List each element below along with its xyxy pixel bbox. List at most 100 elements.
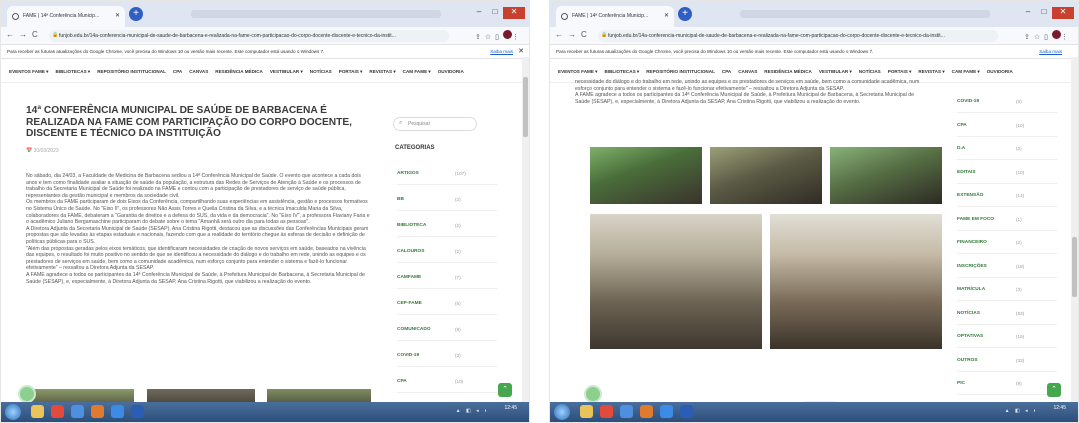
category-link[interactable]: MATRÍCULA [957, 287, 985, 292]
nav-item[interactable]: OUVIDORIA [987, 69, 1013, 74]
star-icon[interactable]: ☆ [485, 34, 495, 41]
media-icon[interactable] [600, 405, 613, 418]
start-button[interactable] [554, 404, 570, 420]
nav-item[interactable]: BIBLIOTECAS ▾ [605, 69, 640, 74]
chrome-icon[interactable] [71, 405, 84, 418]
minimize-icon[interactable]: – [1020, 7, 1036, 19]
category-link[interactable]: CPA [957, 123, 967, 128]
nav-item[interactable]: REVISTAS ▾ [369, 69, 395, 74]
event-photo[interactable] [830, 147, 942, 204]
nav-item[interactable]: RESIDÊNCIA MÉDICA [764, 69, 812, 74]
category-link[interactable]: CEP-FAME [397, 301, 422, 306]
media-icon[interactable] [51, 405, 64, 418]
start-button[interactable] [5, 404, 21, 420]
new-tab-button[interactable]: + [678, 7, 692, 21]
ie-icon[interactable] [111, 405, 124, 418]
star-icon[interactable]: ☆ [1034, 34, 1044, 41]
category-link[interactable]: PIC [957, 381, 965, 386]
category-link[interactable]: FAME EM FOCO [957, 217, 994, 222]
scrollbar-thumb[interactable] [1072, 237, 1077, 297]
forward-icon[interactable]: → [19, 30, 27, 39]
sidepanel-icon[interactable]: ▯ [495, 34, 503, 41]
nav-item[interactable]: VESTIBULAR ▾ [819, 69, 852, 74]
nav-item[interactable]: BIBLIOTECAS ▾ [56, 69, 91, 74]
menu-icon[interactable]: ⋮ [1061, 34, 1072, 41]
category-link[interactable]: BB [397, 197, 404, 202]
firefox-icon[interactable] [640, 405, 653, 418]
close-window-icon[interactable]: ✕ [1052, 7, 1074, 19]
nav-item[interactable]: NOTÍCIAS [310, 69, 332, 74]
event-photo[interactable] [710, 147, 822, 204]
chat-widget-icon[interactable] [584, 385, 602, 403]
nav-item[interactable]: PORTAIS ▾ [888, 69, 912, 74]
category-link[interactable]: CPA [397, 379, 407, 384]
category-link[interactable]: COVID-19 [397, 353, 419, 358]
back-icon[interactable]: ← [555, 30, 563, 39]
share-icon[interactable]: ⇪ [1024, 34, 1034, 41]
browser-tab[interactable]: FAME | 14ª Conferência Municip... ✕ [7, 6, 125, 27]
category-link[interactable]: BIBLIOTECA [397, 223, 426, 228]
category-link[interactable]: CAMFAME [397, 275, 421, 280]
scrollbar-thumb[interactable] [523, 77, 528, 137]
profile-avatar[interactable] [503, 30, 512, 39]
event-photo[interactable] [590, 214, 762, 349]
learn-more-link[interactable]: Saiba mais [490, 49, 513, 54]
nav-item[interactable]: RESIDÊNCIA MÉDICA [215, 69, 263, 74]
forward-icon[interactable]: → [568, 30, 576, 39]
nav-item[interactable]: CAM FAME ▾ [952, 69, 980, 74]
nav-item[interactable]: PORTAIS ▾ [339, 69, 363, 74]
url-input[interactable]: 🔒 funjob.edu.br/14a-conferencia-municipa… [598, 30, 998, 42]
close-infobar-icon[interactable]: ✕ [518, 47, 524, 55]
close-window-icon[interactable]: ✕ [503, 7, 525, 19]
category-link[interactable]: NOTÍCIAS [957, 311, 980, 316]
event-photo[interactable] [590, 147, 702, 204]
new-tab-button[interactable]: + [129, 7, 143, 21]
sidepanel-icon[interactable]: ▯ [1044, 34, 1052, 41]
category-link[interactable]: OUTROS [957, 358, 978, 363]
category-link[interactable]: EXTENSÃO [957, 193, 983, 198]
scroll-top-button[interactable]: ⌃ [498, 383, 512, 397]
word-icon[interactable] [131, 405, 144, 418]
scrollbar[interactable] [522, 57, 529, 404]
share-icon[interactable]: ⇪ [475, 34, 485, 41]
nav-item[interactable]: OUVIDORIA [438, 69, 464, 74]
learn-more-link[interactable]: Saiba mais [1039, 49, 1062, 54]
browser-tab[interactable]: FAME | 14ª Conferência Municip... ✕ [556, 6, 674, 27]
maximize-icon[interactable]: □ [1036, 7, 1052, 19]
scrollbar[interactable] [1071, 57, 1078, 404]
chrome-icon[interactable] [620, 405, 633, 418]
category-link[interactable]: COMUNICADO [397, 327, 431, 332]
category-link[interactable]: D.A [957, 146, 965, 151]
category-link[interactable]: ARTIGOS [397, 171, 419, 176]
nav-item[interactable]: CPA [722, 69, 731, 74]
category-link[interactable]: INSCRIÇÕES [957, 264, 987, 269]
nav-item[interactable]: EVENTOS FAME ▾ [558, 69, 598, 74]
category-link[interactable]: COVID-19 [957, 99, 979, 104]
chat-widget-icon[interactable] [18, 385, 36, 403]
profile-avatar[interactable] [1052, 30, 1061, 39]
category-link[interactable]: EDITAIS [957, 170, 976, 175]
maximize-icon[interactable]: □ [487, 7, 503, 19]
close-tab-icon[interactable]: ✕ [115, 12, 120, 19]
category-link[interactable]: FINANCEIRO [957, 240, 987, 245]
nav-item[interactable]: NOTÍCIAS [859, 69, 881, 74]
explorer-icon[interactable] [31, 405, 44, 418]
firefox-icon[interactable] [91, 405, 104, 418]
minimize-icon[interactable]: – [471, 7, 487, 19]
url-input[interactable]: 🔒 funjob.edu.br/14a-conferencia-municipa… [49, 30, 449, 42]
nav-item[interactable]: CPA [173, 69, 182, 74]
explorer-icon[interactable] [580, 405, 593, 418]
nav-item[interactable]: REPOSITÓRIO INSTITUCIONAL [646, 69, 715, 74]
nav-item[interactable]: VESTIBULAR ▾ [270, 69, 303, 74]
scroll-top-button[interactable]: ⌃ [1047, 383, 1061, 397]
nav-item[interactable]: CANVAS [189, 69, 208, 74]
word-icon[interactable] [680, 405, 693, 418]
category-link[interactable]: OPTATIVAS [957, 334, 983, 339]
category-link[interactable]: CALOUROS [397, 249, 424, 254]
reload-icon[interactable]: C [581, 30, 587, 39]
nav-item[interactable]: CANVAS [738, 69, 757, 74]
back-icon[interactable]: ← [6, 30, 14, 39]
ie-icon[interactable] [660, 405, 673, 418]
event-photo[interactable] [770, 214, 942, 349]
close-tab-icon[interactable]: ✕ [664, 12, 669, 19]
